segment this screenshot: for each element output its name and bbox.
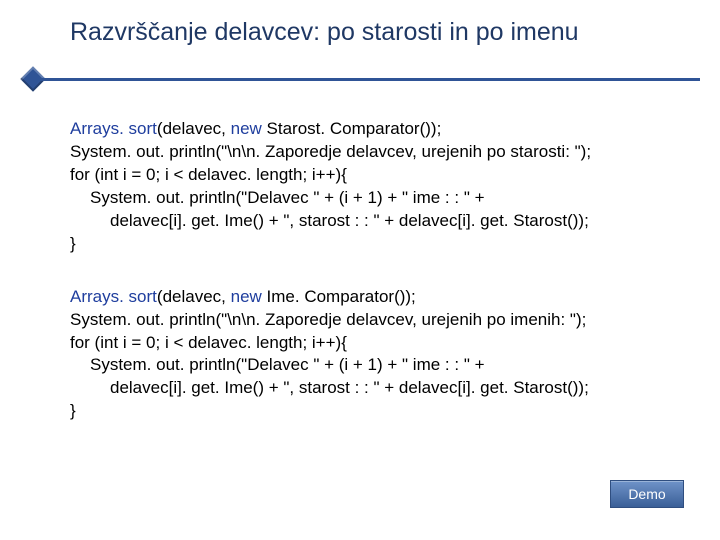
code-text: System. out. println("Delavec " + (i + 1…: [70, 187, 660, 210]
code-text: for (int i = 0; i < delavec. length; i++…: [70, 164, 660, 187]
horizontal-rule: [38, 78, 700, 81]
code-text: }: [70, 400, 660, 423]
code-text: delavec[i]. get. Ime() + ", starost : : …: [70, 377, 660, 400]
code-text: for (int i = 0; i < delavec. length; i++…: [70, 332, 660, 355]
code-text: Arrays. sort: [70, 119, 157, 138]
slide-body: Arrays. sort(delavec, new Starost. Compa…: [70, 118, 660, 453]
code-text: delavec[i]. get. Ime() + ", starost : : …: [70, 210, 660, 233]
code-text: Arrays. sort: [70, 287, 157, 306]
code-text: System. out. println("Delavec " + (i + 1…: [70, 354, 660, 377]
title-rule: [0, 64, 720, 92]
code-text: new: [231, 287, 267, 306]
code-text: (delavec,: [157, 119, 231, 138]
code-block-starost: Arrays. sort(delavec, new Starost. Compa…: [70, 118, 660, 256]
demo-button[interactable]: Demo: [610, 480, 684, 508]
code-text: System. out. println("\n\n. Zaporedje de…: [70, 141, 660, 164]
code-block-ime: Arrays. sort(delavec, new Ime. Comparato…: [70, 286, 660, 424]
code-text: Starost. Comparator());: [267, 119, 442, 138]
code-text: Ime. Comparator());: [267, 287, 416, 306]
slide: Razvrščanje delavcev: po starosti in po …: [0, 0, 720, 540]
slide-title: Razvrščanje delavcev: po starosti in po …: [70, 18, 680, 47]
code-text: new: [231, 119, 267, 138]
code-text: }: [70, 233, 660, 256]
code-text: (delavec,: [157, 287, 231, 306]
code-text: System. out. println("\n\n. Zaporedje de…: [70, 309, 660, 332]
